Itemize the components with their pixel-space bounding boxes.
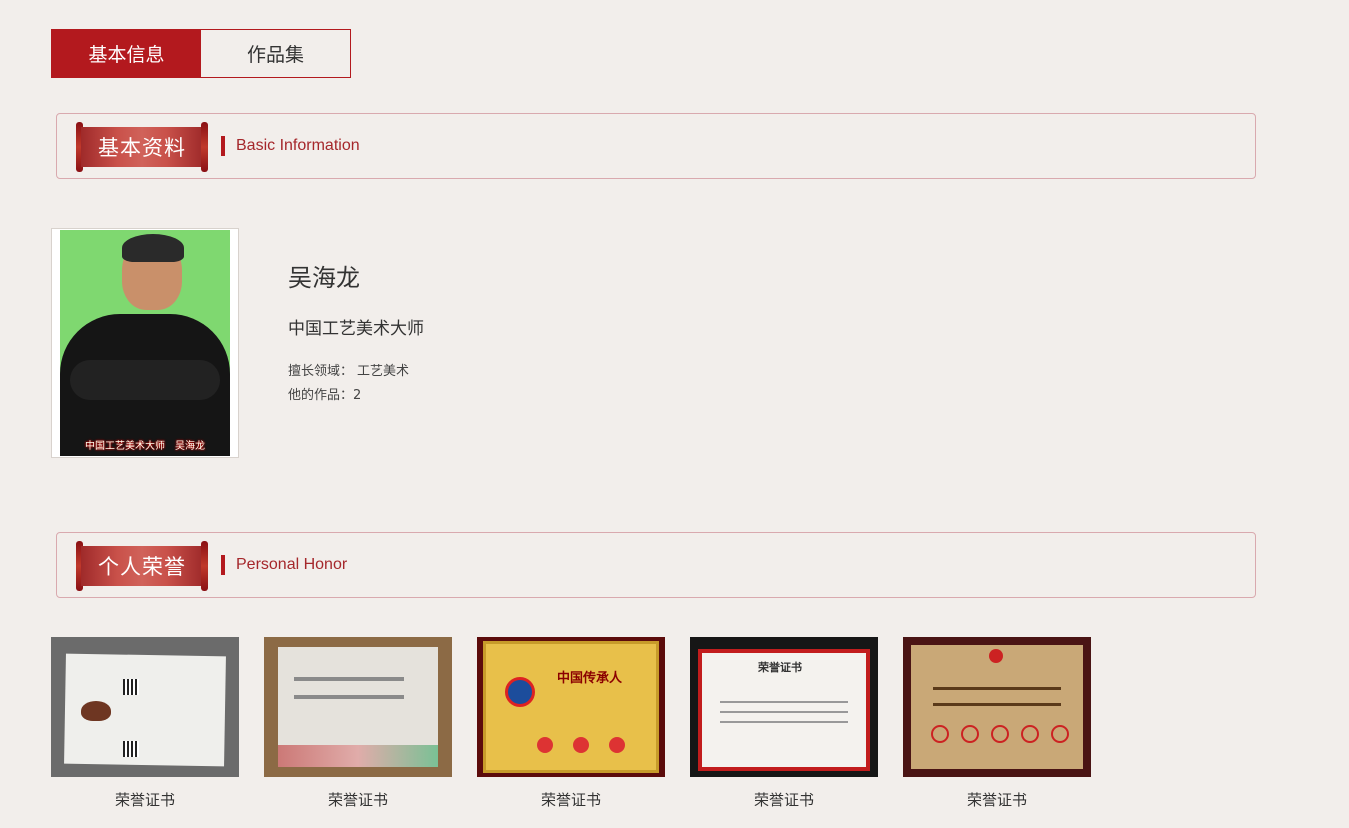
works-count: 2: [353, 388, 362, 403]
certificate-heading: 中国传承人: [557, 671, 623, 686]
portrait-photo: 中国工艺美术大师 吴海龙: [60, 230, 230, 456]
honor-image[interactable]: 荣誉证书: [690, 637, 878, 777]
works-label: 他的作品：: [288, 388, 354, 403]
section-title-cn: 个人荣誉: [81, 546, 203, 586]
honor-image[interactable]: [903, 637, 1091, 777]
honor-caption: 荣誉证书: [753, 791, 814, 809]
scroll-rod-right: [201, 541, 208, 591]
honor-list: 荣誉证书 荣誉证书 中国传承人 荣誉证书 荣誉证书 荣誉证书 荣誉证书: [51, 637, 1091, 810]
honor-image[interactable]: 中国传承人: [477, 637, 665, 777]
seal-icon: [961, 725, 979, 743]
portrait-hair: [122, 234, 184, 262]
honor-item[interactable]: 中国传承人 荣誉证书: [477, 637, 665, 810]
seal-icon: [537, 737, 553, 753]
seal-icon: [991, 725, 1009, 743]
text-line: [720, 701, 848, 703]
section-header-honor: 个人荣誉 Personal Honor: [56, 532, 1256, 598]
section-title-en: Personal Honor: [221, 555, 347, 575]
honor-caption: 荣誉证书: [966, 791, 1027, 809]
badge-icon: [505, 677, 535, 707]
artist-name: 吴海龙: [288, 264, 360, 292]
portrait-caption: 中国工艺美术大师 吴海龙: [85, 441, 205, 452]
emblem-icon: [989, 649, 1003, 663]
tab-bar: 基本信息 作品集: [51, 29, 351, 78]
honor-caption: 荣誉证书: [327, 791, 388, 809]
seal-icon: [609, 737, 625, 753]
teapot-image: [81, 701, 111, 721]
text-line: [294, 677, 404, 681]
honor-item[interactable]: 荣誉证书: [264, 637, 452, 810]
section-title-en: Basic Information: [221, 136, 360, 156]
honor-caption: 荣誉证书: [114, 791, 175, 809]
certificate-decoration: [278, 745, 438, 767]
artist-title: 中国工艺美术大师: [288, 319, 424, 339]
certificate-paper: [483, 641, 659, 773]
scroll-banner: 个人荣誉: [76, 541, 208, 591]
text-line: [933, 703, 1061, 706]
works-row: 他的作品：2: [288, 384, 361, 403]
honor-item[interactable]: 荣誉证书 荣誉证书: [690, 637, 878, 810]
seal-icon: [931, 725, 949, 743]
tab-basic-info[interactable]: 基本信息: [52, 30, 201, 77]
specialty-label: 擅长领域：: [288, 364, 354, 379]
certificate-heading: 荣誉证书: [758, 661, 802, 674]
honor-image[interactable]: [264, 637, 452, 777]
seal-icon: [1021, 725, 1039, 743]
honor-caption: 荣誉证书: [540, 791, 601, 809]
qr-code: [123, 741, 139, 757]
honor-image[interactable]: [51, 637, 239, 777]
portrait: 中国工艺美术大师 吴海龙: [51, 228, 239, 458]
qr-code: [123, 679, 139, 695]
scroll-banner: 基本资料: [76, 122, 208, 172]
section-header-basic: 基本资料 Basic Information: [56, 113, 1256, 179]
text-line: [720, 721, 848, 723]
tab-portfolio[interactable]: 作品集: [201, 30, 350, 77]
text-line: [294, 695, 404, 699]
seal-icon: [573, 737, 589, 753]
honor-item[interactable]: 荣誉证书: [51, 637, 239, 810]
portrait-arms: [70, 360, 220, 400]
text-line: [720, 711, 848, 713]
specialty-value: 工艺美术: [357, 364, 410, 379]
scroll-rod-right: [201, 122, 208, 172]
seal-icon: [1051, 725, 1069, 743]
honor-item[interactable]: 荣誉证书: [903, 637, 1091, 810]
plaque-surface: [911, 645, 1083, 769]
section-title-cn: 基本资料: [81, 127, 203, 167]
text-line: [933, 687, 1061, 690]
specialty-row: 擅长领域： 工艺美术: [288, 360, 409, 379]
